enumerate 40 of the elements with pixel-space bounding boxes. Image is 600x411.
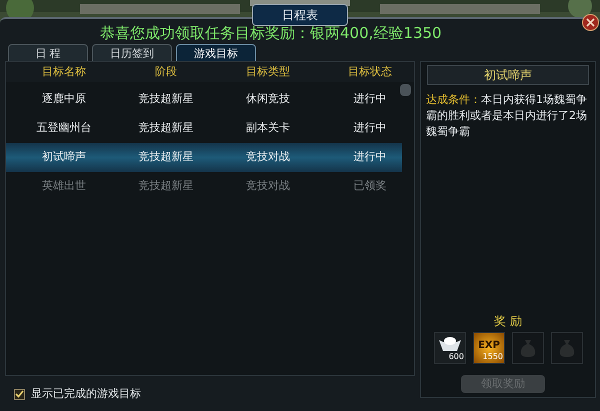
notification-text: 恭喜您成功领取任务目标奖励：银两400,经验1350 — [100, 23, 442, 44]
table-cell-text: 初试啼声 — [41, 149, 87, 166]
column-header: 目标名称 — [41, 64, 87, 80]
table-row[interactable]: 初试啼声 竞技超新星 竞技对战 进行中 — [6, 143, 402, 172]
table-cell-text: 进行中 — [352, 120, 388, 136]
close-icon — [586, 18, 595, 27]
table-cell-text: 进行中 — [352, 149, 388, 166]
check-icon — [15, 390, 24, 398]
reward-amount: 1550 — [482, 351, 503, 363]
table-cell-text: 五登幽州台 — [36, 120, 92, 136]
table-cell-text: 已领奖 — [352, 178, 388, 194]
window-title: 日程表 — [252, 4, 348, 26]
table-cell-text: 竞技对战 — [245, 178, 291, 194]
pouch-icon — [558, 338, 576, 358]
table-cell-text: 英雄出世 — [41, 178, 87, 194]
column-header: 目标状态 — [347, 64, 393, 80]
reward-heading: 奖 励 — [493, 313, 523, 330]
scrollbar[interactable] — [400, 84, 411, 96]
table-cell-text: 竞技超新星 — [138, 178, 194, 194]
condition-text: 达成条件：本日内获得1场魏蜀争霸的胜利或者是本日内进行了2场魏蜀争霸 — [425, 92, 588, 140]
pouch-icon — [519, 338, 537, 358]
table-row[interactable]: 五登幽州台 竞技超新星 副本关卡 进行中 — [6, 114, 414, 143]
column-header: 阶段 — [154, 64, 178, 80]
table-cell-text: 竞技对战 — [245, 149, 291, 166]
exp-label: EXP — [478, 338, 500, 352]
checkbox-label: 显示已完成的游戏目标 — [31, 386, 141, 402]
ingot-icon — [438, 336, 462, 352]
detail-title: 初试啼声 — [427, 65, 589, 85]
table-cell-text: 竞技超新星 — [138, 120, 194, 136]
table-cell-text: 休闲竞技 — [245, 91, 291, 108]
table-cell-text: 逐鹿中原 — [41, 91, 87, 108]
table-cell-text: 进行中 — [352, 91, 388, 108]
table-cell-text: 副本关卡 — [245, 120, 291, 136]
column-header: 目标类型 — [245, 64, 291, 80]
table-row[interactable]: 逐鹿中原 竞技超新星 休闲竞技 进行中 — [6, 85, 414, 114]
checkbox[interactable] — [14, 388, 25, 400]
table-cell-text: 竞技超新星 — [138, 149, 194, 166]
table-cell-text: 竞技超新星 — [138, 91, 194, 108]
reward-amount: 600 — [448, 351, 464, 363]
table-row[interactable]: 英雄出世 竞技超新星 竞技对战 已领奖 — [6, 172, 414, 201]
